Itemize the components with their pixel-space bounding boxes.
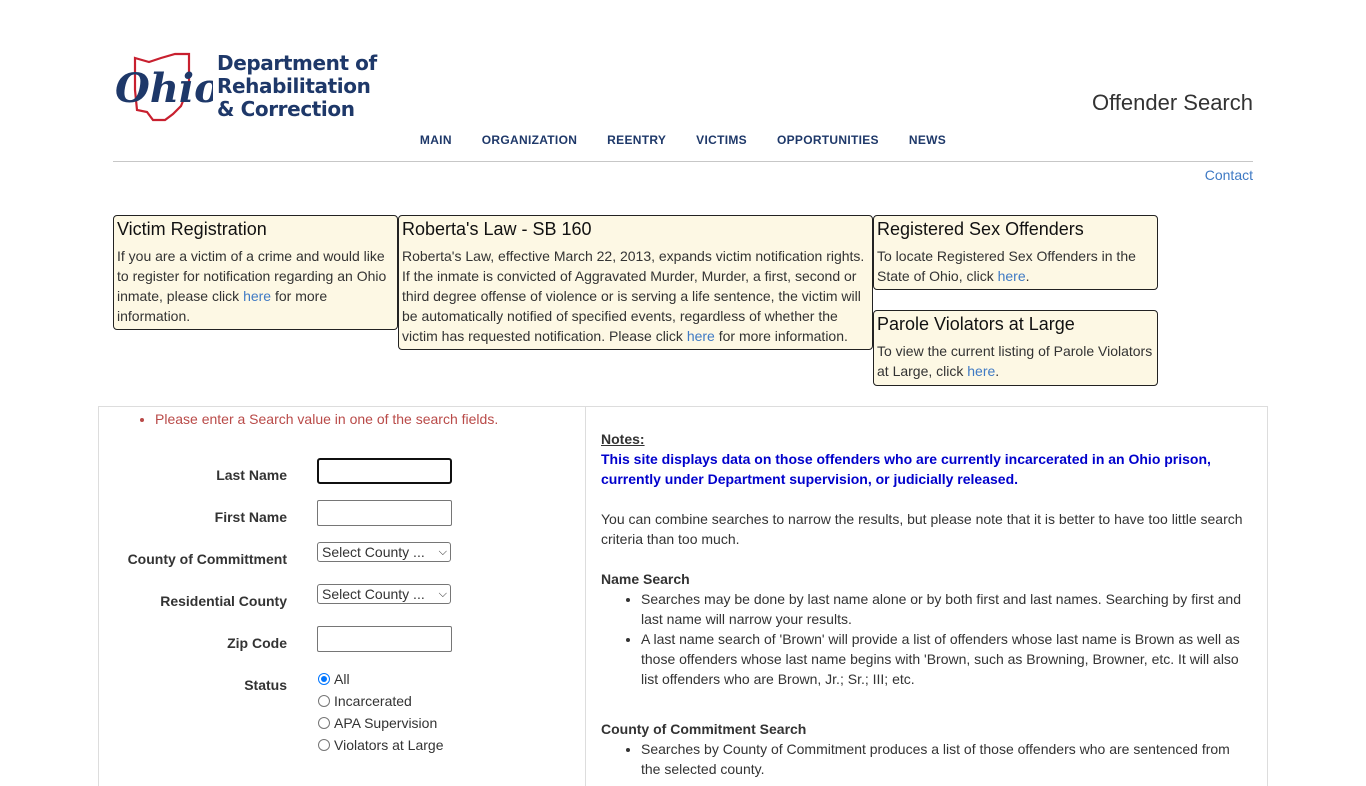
victim-registration-link[interactable]: here [243, 288, 271, 304]
status-option-all[interactable]: All [317, 668, 443, 690]
chevron-down-icon: ⌵ [438, 588, 447, 600]
zip-code-label: Zip Code [227, 635, 287, 651]
ohio-state-outline-icon: Ohio [115, 52, 213, 122]
robertas-law-link[interactable]: here [687, 328, 715, 344]
sex-offenders-title: Registered Sex Offenders [877, 219, 1084, 239]
nav-main[interactable]: MAIN [420, 133, 452, 147]
victim-registration-box: Victim Registration If you are a victim … [113, 215, 398, 330]
county-commitment-label: County of Committment [127, 551, 287, 567]
victim-registration-title: Victim Registration [117, 219, 267, 239]
county-search-heading: County of Commitment Search [601, 721, 807, 737]
radio-unchecked-icon[interactable] [318, 717, 330, 729]
first-name-label: First Name [214, 509, 287, 525]
parole-violators-link[interactable]: here [967, 363, 995, 379]
logo-text: Department of Rehabilitation & Correctio… [217, 51, 377, 121]
county-commitment-select[interactable]: Select County ... ⌵ [317, 542, 451, 562]
status-row: Status All Incarcerated APA Supervision … [99, 668, 587, 758]
robertas-law-box: Roberta's Law - SB 160 Roberta's Law, ef… [398, 215, 873, 350]
radio-unchecked-icon[interactable] [318, 739, 330, 751]
nav-news[interactable]: NEWS [909, 133, 946, 147]
name-search-heading: Name Search [601, 571, 690, 587]
residential-county-row: Residential County Select County ... ⌵ [99, 584, 587, 614]
residential-county-label: Residential County [160, 593, 287, 609]
zip-code-input[interactable] [317, 626, 452, 652]
status-label: Status [244, 677, 287, 693]
status-radio-group: All Incarcerated APA Supervision Violato… [317, 668, 443, 756]
nav-reentry[interactable]: REENTRY [607, 133, 666, 147]
county-search-item: Searches by County of Commitment produce… [641, 739, 1251, 779]
residential-county-selected: Select County ... [322, 586, 425, 602]
robertas-law-text: Roberta's Law, effective March 22, 2013,… [402, 248, 865, 344]
sex-offenders-text: To locate Registered Sex Offenders in th… [877, 248, 1136, 284]
robertas-law-title: Roberta's Law - SB 160 [402, 219, 592, 239]
nav-victims[interactable]: VICTIMS [696, 133, 747, 147]
notes-heading: Notes: [601, 431, 645, 447]
first-name-row: First Name [99, 500, 587, 530]
notes-content: Notes: This site displays data on those … [601, 429, 1251, 779]
nav-organization[interactable]: ORGANIZATION [482, 133, 577, 147]
victim-registration-text: If you are a victim of a crime and would… [117, 248, 387, 324]
svg-text:Ohio: Ohio [115, 65, 213, 112]
validation-error-message: Please enter a Search value in one of th… [155, 409, 498, 429]
first-name-input[interactable] [317, 500, 452, 526]
page-title: Offender Search [1091, 90, 1253, 115]
county-search-list: Searches by County of Commitment produce… [601, 739, 1251, 779]
name-search-list: Searches may be done by last name alone … [601, 589, 1251, 689]
odrc-logo[interactable]: Ohio Department of Rehabilitation & Corr… [113, 50, 377, 126]
parole-violators-box: Parole Violators at Large To view the cu… [873, 310, 1158, 386]
sex-offenders-link[interactable]: here [998, 268, 1026, 284]
nav-opportunities[interactable]: OPPORTUNITIES [777, 133, 879, 147]
last-name-row: Last Name [99, 458, 587, 488]
chevron-down-icon: ⌵ [438, 546, 447, 558]
radio-checked-icon[interactable] [318, 673, 330, 685]
parole-violators-text: To view the current listing of Parole Vi… [877, 343, 1153, 379]
name-search-item: Searches may be done by last name alone … [641, 589, 1251, 629]
parole-violators-title: Parole Violators at Large [877, 314, 1075, 334]
status-option-violators-at-large[interactable]: Violators at Large [317, 734, 443, 756]
name-search-item: A last name search of 'Brown' will provi… [641, 629, 1251, 689]
last-name-input[interactable] [317, 458, 452, 484]
notes-highlight: This site displays data on those offende… [601, 451, 1211, 487]
radio-unchecked-icon[interactable] [318, 695, 330, 707]
notes-combine-text: You can combine searches to narrow the r… [601, 511, 1243, 547]
zip-code-row: Zip Code [99, 626, 587, 656]
status-option-apa-supervision[interactable]: APA Supervision [317, 712, 443, 734]
search-form-panel: Please enter a Search value in one of th… [98, 406, 586, 786]
county-commitment-row: County of Committment Select County ... … [99, 542, 587, 572]
notes-panel: Notes: This site displays data on those … [586, 406, 1268, 786]
status-option-incarcerated[interactable]: Incarcerated [317, 690, 443, 712]
contact-link[interactable]: Contact [1205, 167, 1253, 183]
main-nav: MAIN ORGANIZATION REENTRY VICTIMS OPPORT… [0, 133, 1366, 147]
residential-county-select[interactable]: Select County ... ⌵ [317, 584, 451, 604]
last-name-label: Last Name [216, 467, 287, 483]
county-commitment-selected: Select County ... [322, 544, 425, 560]
validation-errors: Please enter a Search value in one of th… [137, 409, 498, 429]
header-divider [113, 161, 1253, 162]
sex-offenders-box: Registered Sex Offenders To locate Regis… [873, 215, 1158, 290]
